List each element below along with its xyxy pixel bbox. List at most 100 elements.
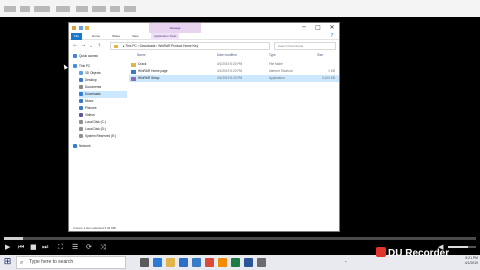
file-type: File folder xyxy=(269,62,283,66)
settings-icon[interactable] xyxy=(257,258,266,267)
file-size: 3,100 KB xyxy=(321,76,335,80)
title-bar: Manage ─ □ ✕ xyxy=(69,23,339,33)
previous-icon[interactable]: ⏮ xyxy=(18,243,24,251)
manage-context-tab[interactable]: Manage xyxy=(149,23,201,33)
back-arrow-icon[interactable]: ← xyxy=(73,43,78,49)
vlc-icon[interactable] xyxy=(218,258,227,267)
tab-file[interactable]: File xyxy=(71,33,82,40)
recent-locations-icon[interactable]: ⌄ xyxy=(89,43,94,49)
file-name: WinRAR Home page xyxy=(138,69,168,73)
nav-item-label: Network xyxy=(79,144,91,148)
pictures-icon xyxy=(79,106,83,111)
folder-icon xyxy=(131,62,136,67)
nav-item-3d-objects[interactable]: 3D Objects xyxy=(79,70,127,77)
star-icon xyxy=(73,54,77,59)
file-name: WinRAR Setup xyxy=(138,76,160,80)
store-icon[interactable] xyxy=(179,258,188,267)
computer-icon xyxy=(73,64,77,69)
nav-item-quick-access[interactable]: Quick access xyxy=(73,53,127,60)
stop-icon[interactable]: ■ xyxy=(30,243,37,251)
drive-icon xyxy=(79,134,83,139)
file-row[interactable]: Crack 4/1/2019 5:20 PM File folder xyxy=(129,61,339,68)
nav-item-system-reserved-e[interactable]: System Reserved (E:) xyxy=(79,133,127,140)
nav-item-downloads[interactable]: Downloads xyxy=(79,91,127,98)
nav-item-label: This PC xyxy=(79,64,91,68)
file-explorer-window: Manage ─ □ ✕ File Home Share View Applic… xyxy=(68,22,340,232)
folder-icon xyxy=(72,26,76,30)
nav-item-videos[interactable]: Videos xyxy=(79,112,127,119)
file-explorer-icon[interactable] xyxy=(166,258,175,267)
volume-slider[interactable] xyxy=(448,246,476,248)
tab-share[interactable]: Share xyxy=(109,33,123,40)
volume-slider-fill xyxy=(448,246,468,248)
taskbar-search-placeholder: Type here to search xyxy=(29,259,74,265)
nav-item-desktop[interactable]: Desktop xyxy=(79,77,127,84)
search-input[interactable]: Search Downloads xyxy=(274,42,336,50)
quick-access-icon[interactable] xyxy=(79,26,83,30)
music-icon xyxy=(79,99,83,104)
playlist-icon[interactable]: ☰ xyxy=(72,243,78,251)
drive-icon xyxy=(79,120,83,125)
nav-item-this-pc[interactable]: This PC xyxy=(73,63,127,70)
help-icon[interactable]: ? xyxy=(325,31,339,41)
file-row[interactable]: WinRAR Setup 4/1/2019 5:20 PM Application 3… xyxy=(129,75,339,82)
shuffle-icon[interactable]: ⤨ xyxy=(100,243,106,251)
nav-item-label: Music xyxy=(85,99,94,103)
play-icon[interactable]: ▶ xyxy=(5,243,10,251)
nav-item-network[interactable]: Network xyxy=(73,143,127,150)
navigation-bar: ← → ⌄ ↑ ▸ This PC › Downloads › WinRAR P… xyxy=(69,41,339,51)
watermark-text: DU Recorder xyxy=(388,248,450,259)
task-view-icon[interactable] xyxy=(140,258,149,267)
tray-chevron-icon[interactable]: ⌃ xyxy=(344,258,347,267)
next-icon[interactable]: ⏭ xyxy=(42,243,48,251)
word-icon[interactable] xyxy=(244,258,253,267)
maximize-button[interactable]: □ xyxy=(311,23,325,33)
quick-access-icon[interactable] xyxy=(85,26,89,30)
tab-view[interactable]: View xyxy=(129,33,141,40)
excel-icon[interactable] xyxy=(231,258,240,267)
file-date: 4/1/2019 5:20 PM xyxy=(217,69,243,73)
seek-bar[interactable] xyxy=(4,237,476,240)
nav-item-pictures[interactable]: Pictures xyxy=(79,105,127,112)
column-header-size[interactable]: Size xyxy=(317,51,323,59)
clock[interactable]: 5:21 PM 4/1/2019 xyxy=(456,256,478,265)
file-type: Internet Shortcut xyxy=(269,69,293,73)
loop-icon[interactable]: ⟳ xyxy=(86,243,92,251)
cube-icon xyxy=(79,71,83,76)
address-bar[interactable]: ▸ This PC › Downloads › WinRAR Product H… xyxy=(110,42,270,50)
file-date: 4/1/2019 5:20 PM xyxy=(217,76,243,80)
taskbar-search-input[interactable]: ⌕ Type here to search xyxy=(16,256,126,269)
chrome-icon[interactable] xyxy=(205,258,214,267)
column-header-date[interactable]: Date modified xyxy=(217,51,237,59)
nav-item-label: Quick access xyxy=(79,54,98,58)
minimize-button[interactable]: ─ xyxy=(297,23,311,33)
nav-item-label: Documents xyxy=(85,85,102,89)
mail-icon[interactable] xyxy=(192,258,201,267)
download-icon xyxy=(79,92,83,97)
windows-start-icon[interactable]: ⊞ xyxy=(2,257,13,268)
nav-item-label: Desktop xyxy=(85,78,97,82)
edge-icon[interactable] xyxy=(153,258,162,267)
nav-item-label: Local Disk (C:) xyxy=(85,120,106,124)
recorder-logo-icon xyxy=(376,247,386,257)
file-row[interactable]: WinRAR Home page 4/1/2019 5:20 PM Internet… xyxy=(129,68,339,75)
fullscreen-icon[interactable]: ⛶ xyxy=(58,243,63,251)
videos-icon xyxy=(79,113,83,118)
up-arrow-icon[interactable]: ↑ xyxy=(97,43,102,49)
column-header-type[interactable]: Type xyxy=(269,51,276,59)
tab-home[interactable]: Home xyxy=(89,33,103,40)
nav-item-local-disk-d[interactable]: Local Disk (D:) xyxy=(79,126,127,133)
tab-application-tools[interactable]: Application Tools xyxy=(151,33,180,40)
nav-item-label: System Reserved (E:) xyxy=(85,134,117,138)
nav-item-documents[interactable]: Documents xyxy=(79,84,127,91)
forward-arrow-icon[interactable]: → xyxy=(81,43,86,49)
search-icon: ⌕ xyxy=(20,259,24,266)
nav-item-local-disk-c[interactable]: Local Disk (C:) xyxy=(79,119,127,126)
status-bar: 3 items 1 item selected 3.02 MB xyxy=(69,225,339,231)
drive-icon xyxy=(79,127,83,132)
column-header-name[interactable]: Name xyxy=(137,51,146,59)
file-name: Crack xyxy=(138,62,147,66)
ribbon-tabs: File Home Share View Application Tools ? xyxy=(69,33,339,40)
nav-item-music[interactable]: Music xyxy=(79,98,127,105)
desktop-icon xyxy=(79,78,83,83)
